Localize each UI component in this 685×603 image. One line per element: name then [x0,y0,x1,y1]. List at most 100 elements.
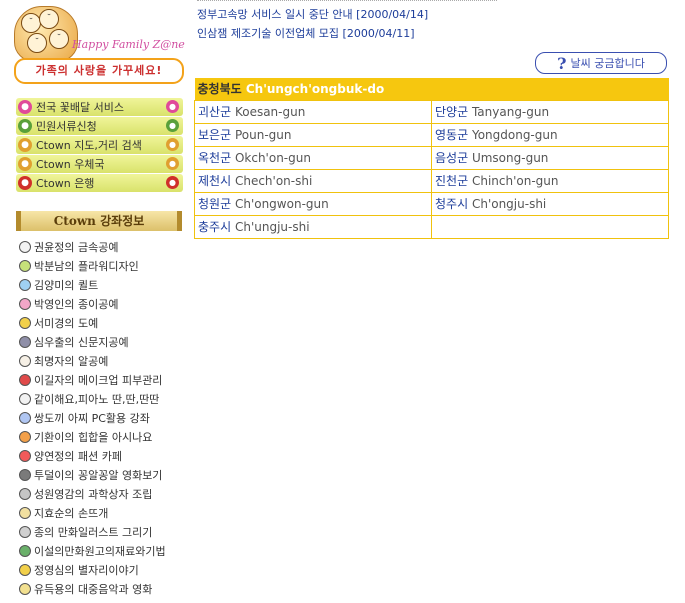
face-icon: ˘ [49,29,69,49]
won-icon: ● [18,176,32,190]
menu-item[interactable]: ● 전국 꽃배달 서비스 ● [16,98,183,116]
lecture-item[interactable]: 양연정의 패션 카페 [19,446,189,465]
lecture-item[interactable]: 같이해요,피아노 딴,딴,딴딴 [19,389,189,408]
lecture-item-label: 이길자의 메이크업 피부관리 [34,373,163,387]
lecture-item-label: 박영인의 종이공예 [34,297,119,311]
logo-happy-text: Happy Family Z@ne [72,38,185,51]
lecture-item-label: 권윤정의 금속공예 [34,240,119,254]
lecture-item[interactable]: 서미경의 도예 [19,313,189,332]
region-row: 옥천군 Okch'on-gun 음성군 Umsong-gun [194,145,669,170]
district-name-kr: 충주시 [198,220,232,234]
region-row: 보은군 Poun-gun 영동군 Yongdong-gun [194,122,669,147]
region-table: 충청북도 Ch'ungch'ongbuk-do 괴산군 Koesan-gun 단양… [194,78,669,239]
lecture-item-label: 심우출의 신문지공예 [34,335,129,349]
district-name-romanized: Chech'on-shi [234,174,313,188]
region-cell[interactable]: 음성군 Umsong-gun [431,145,669,170]
lecture-item[interactable]: 쌍도끼 아찌 PC활용 강좌 [19,408,189,427]
lecture-item[interactable]: 성원영감의 과학상자 조립 [19,484,189,503]
weather-button-label: 날씨 궁금합니다 [570,57,645,70]
fashion-icon [19,449,31,462]
lecture-item-label: 박분남의 플라워디자인 [34,259,139,273]
pottery-icon [19,316,31,329]
lecture-item-label: 유득용의 대중음악과 영화 [34,582,153,596]
lecture-item-label: 최명자의 알공예 [34,354,109,368]
lecture-item[interactable]: 이설의만화원고의재료와기법 [19,541,189,560]
music-note-icon [19,392,31,405]
lecture-item-label: 쌍도끼 아찌 PC활용 강좌 [34,411,150,425]
lecture-item[interactable]: 박영인의 종이공예 [19,294,189,313]
lecture-item[interactable]: 기환이의 힙합을 아시나요 [19,427,189,446]
lecture-item-label: 종의 만화일러스트 그리기 [34,525,153,539]
district-name-romanized: Yongdong-gun [471,128,558,142]
lecture-item-label: 같이해요,피아노 딴,딴,딴딴 [34,392,160,406]
star-icon [19,563,31,576]
region-title: 충청북도 Ch'ungch'ongbuk-do [195,78,669,100]
menu-item-label: 전국 꽃배달 서비스 [36,101,124,114]
swirl-icon [19,544,31,557]
question-mark-icon: ? [557,53,567,73]
lecture-list: 권윤정의 금속공예박분남의 플라워디자인김양미의 퀼트박영인의 종이공예서미경의… [19,237,189,598]
region-title-en: Ch'ungch'ongbuk-do [245,82,385,97]
region-cell[interactable]: 청원군 Ch'ongwon-gun [194,191,432,216]
menu-item[interactable]: ● Ctown 우체국 ● [16,155,183,173]
district-name-romanized: Poun-gun [234,128,292,142]
family-faces-icon: ˘ ˘ ˘ ˘ [14,6,78,62]
lecture-item-label: 이설의만화원고의재료와기법 [34,544,166,558]
lecture-item-label: 투덜이의 꽁알꽁알 영화보기 [34,468,163,482]
menu-item[interactable]: ● 민원서류신청 ● [16,117,183,135]
news-link[interactable]: 정부고속망 서비스 일시 중단 안내 [2000/04/14] [197,5,497,24]
music-icon [19,582,31,595]
flower-icon: ● [18,100,32,114]
lecture-item[interactable]: 정영심의 별자리이야기 [19,560,189,579]
magnifier-icon: ● [18,157,32,171]
district-name-romanized: Tanyang-gun [471,105,550,119]
leaf-icon: ● [18,119,32,133]
region-cell[interactable]: 옥천군 Okch'on-gun [194,145,432,170]
magnifier-icon: ● [166,157,179,170]
region-cell[interactable]: 영동군 Yongdong-gun [431,122,669,147]
region-title-kr: 충청북도 [197,82,242,97]
district-name-romanized: Ch'ongwon-gun [234,197,329,211]
magnifier-icon: ● [166,138,179,151]
menu-item[interactable]: ● Ctown 은행 ● [16,174,183,192]
face-icon: ˘ [27,33,47,53]
flower-icon [19,259,31,272]
news-list: 정부고속망 서비스 일시 중단 안내 [2000/04/14] 인삼잼 제조기술… [197,0,497,43]
lecture-item[interactable]: 유득용의 대중음악과 영화 [19,579,189,598]
region-cell[interactable]: 괴산군 Koesan-gun [194,99,432,124]
lecture-section-title: Ctown 강좌정보 [16,211,182,231]
lecture-item[interactable]: 권윤정의 금속공예 [19,237,189,256]
district-name-romanized: Umsong-gun [471,151,549,165]
region-cell [431,214,669,239]
news-link[interactable]: 인삼잼 제조기술 이전업체 모집 [2000/04/11] [197,24,497,43]
district-name-kr: 청원군 [198,197,232,211]
menu-item-label: Ctown 지도,거리 검색 [36,139,142,152]
district-name-kr: 보은군 [198,128,232,142]
region-cell[interactable]: 청주시 Ch'ongju-shi [431,191,669,216]
menu-item[interactable]: ● Ctown 지도,거리 검색 ● [16,136,183,154]
weather-button[interactable]: ? 날씨 궁금합니다 [535,52,667,74]
lecture-item-label: 양연정의 패션 카페 [34,449,122,463]
family-zone-logo[interactable]: ˘ ˘ ˘ ˘ Happy Family Z@ne 가족의 사랑을 가꾸세요! [14,4,185,84]
film-icon [19,468,31,481]
cartoon-icon [19,525,31,538]
region-cell[interactable]: 진천군 Chinch'on-gun [431,168,669,193]
lecture-item[interactable]: 투덜이의 꽁알꽁알 영화보기 [19,465,189,484]
region-cell[interactable]: 제천시 Chech'on-shi [194,168,432,193]
region-cell[interactable]: 보은군 Poun-gun [194,122,432,147]
district-name-kr: 단양군 [435,105,469,119]
lecture-item[interactable]: 이길자의 메이크업 피부관리 [19,370,189,389]
lecture-item[interactable]: 심우출의 신문지공예 [19,332,189,351]
menu-item-label: Ctown 은행 [36,177,95,190]
lecture-item[interactable]: 종의 만화일러스트 그리기 [19,522,189,541]
region-cell[interactable]: 단양군 Tanyang-gun [431,99,669,124]
lecture-item[interactable]: 지효순의 손뜨개 [19,503,189,522]
logo-banner: 가족의 사랑을 가꾸세요! [14,58,184,84]
lecture-item[interactable]: 박분남의 플라워디자인 [19,256,189,275]
region-cell[interactable]: 충주시 Ch'ungju-shi [194,214,432,239]
lecture-item-label: 서미경의 도예 [34,316,99,330]
lecture-item[interactable]: 김양미의 퀼트 [19,275,189,294]
face-icon: ˘ [21,13,41,33]
district-name-romanized: Okch'on-gun [234,151,311,165]
lecture-item[interactable]: 최명자의 알공예 [19,351,189,370]
